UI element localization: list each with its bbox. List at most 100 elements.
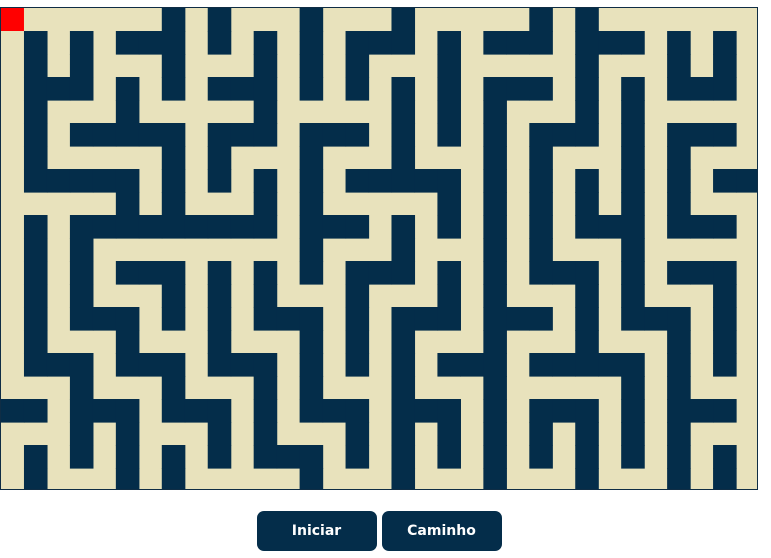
maze-wall-cell (23, 215, 48, 239)
maze-wall-cell (529, 399, 553, 423)
maze-wall-cell (345, 54, 370, 78)
maze-wall-cell (253, 169, 278, 193)
maze-wall-cell (621, 146, 645, 170)
maze-wall-cell (299, 192, 324, 216)
maze-wall-cell (667, 445, 691, 469)
maze-wall-cell (69, 422, 94, 446)
maze-wall-cell (345, 330, 370, 354)
maze-wall-cell (483, 146, 507, 170)
maze-wall-cell (253, 31, 278, 55)
maze-wall-cell (322, 399, 347, 423)
maze-wall-cell (69, 284, 94, 308)
maze-wall-cell (322, 123, 347, 147)
maze-wall-cell (69, 238, 94, 262)
maze-wall-cell (483, 376, 507, 400)
maze-wall-cell (207, 31, 232, 55)
maze-wall-cell (483, 100, 507, 124)
maze-wall-cell (276, 307, 301, 331)
maze-wall-cell (253, 445, 278, 469)
maze-wall-cell (161, 399, 186, 423)
maze-wall-cell (575, 31, 599, 55)
maze-wall-cell (621, 169, 645, 193)
maze-wall-cell (529, 169, 553, 193)
maze-wall-cell (69, 376, 94, 400)
maze-wall-cell (299, 123, 324, 147)
maze-wall-cell (115, 169, 140, 193)
maze-wall-cell (667, 31, 691, 55)
maze-wall-cell (299, 8, 324, 32)
maze-wall-cell (483, 31, 507, 55)
maze-wall-cell (621, 284, 645, 308)
maze-wall-cell (345, 307, 370, 331)
maze-wall-cell (46, 169, 71, 193)
maze-wall-cell (299, 31, 324, 55)
maze-wall-cell (483, 77, 507, 101)
maze-wall-cell (23, 284, 48, 308)
maze-wall-cell (299, 307, 324, 331)
maze-wall-cell (437, 353, 461, 377)
maze-wall-cell (69, 307, 94, 331)
maze-wall-cell (598, 215, 622, 239)
maze-wall-cell (575, 54, 599, 78)
maze-wall-cell (345, 123, 370, 147)
maze-wall-cell (483, 353, 507, 377)
maze-wall-cell (230, 123, 255, 147)
maze-wall-cell (161, 284, 186, 308)
maze-wall-cell (621, 123, 645, 147)
maze-wall-cell (437, 284, 461, 308)
maze-wall-cell (437, 261, 461, 285)
maze-wall-cell (483, 123, 507, 147)
maze-wall-cell (552, 123, 576, 147)
maze-wall-cell (115, 422, 140, 446)
maze-wall-cell (529, 261, 553, 285)
maze-wall-cell (207, 8, 232, 32)
maze-wall-cell (368, 31, 393, 55)
maze-wall-cell (138, 123, 163, 147)
maze-wall-cell (161, 123, 186, 147)
maze-wall-cell (23, 31, 48, 55)
maze-wall-cell (115, 261, 140, 285)
maze-wall-cell (437, 445, 461, 469)
maze-wall-cell (299, 376, 324, 400)
maze-wall-cell (115, 215, 140, 239)
maze-wall-cell (621, 261, 645, 285)
maze-wall-cell (299, 445, 324, 469)
maze-wall-cell (391, 330, 416, 354)
maze-wall-cell (667, 330, 691, 354)
maze-wall-cell (713, 77, 737, 101)
maze-wall-cell (391, 169, 416, 193)
maze-wall-cell (575, 445, 599, 469)
maze-wall-cell (575, 261, 599, 285)
maze-wall-cell (575, 353, 599, 377)
maze-wall-cell (667, 468, 691, 489)
maze-wall-cell (69, 215, 94, 239)
maze-wall-cell (161, 54, 186, 78)
maze-wall-cell (713, 468, 737, 489)
maze-wall-cell (253, 307, 278, 331)
maze-wall-cell (437, 192, 461, 216)
maze-wall-cell (299, 54, 324, 78)
maze-wall-cell (92, 123, 117, 147)
maze-wall-cell (92, 307, 117, 331)
maze-wall-cell (414, 399, 439, 423)
path-button[interactable]: Caminho (381, 511, 502, 551)
maze-wall-cell (69, 399, 94, 423)
maze-wall-cell (713, 123, 737, 147)
maze-wall-cell (69, 445, 94, 469)
maze-wall-cell (299, 215, 324, 239)
maze-wall-cell (667, 123, 691, 147)
maze-wall-cell (115, 31, 140, 55)
maze-wall-cell (483, 261, 507, 285)
maze-wall-cell (529, 31, 553, 55)
maze-wall-cell (529, 445, 553, 469)
maze-wall-cell (621, 307, 645, 331)
maze-wall-cell (529, 77, 553, 101)
maze-wall-cell (207, 307, 232, 331)
maze-wall-cell (667, 376, 691, 400)
maze-wall-cell (437, 123, 461, 147)
maze-wall-cell (437, 100, 461, 124)
control-bar: Iniciar Caminho (0, 511, 758, 551)
maze-wall-cell (575, 123, 599, 147)
start-button[interactable]: Iniciar (256, 511, 377, 551)
maze-wall-cell (575, 192, 599, 216)
